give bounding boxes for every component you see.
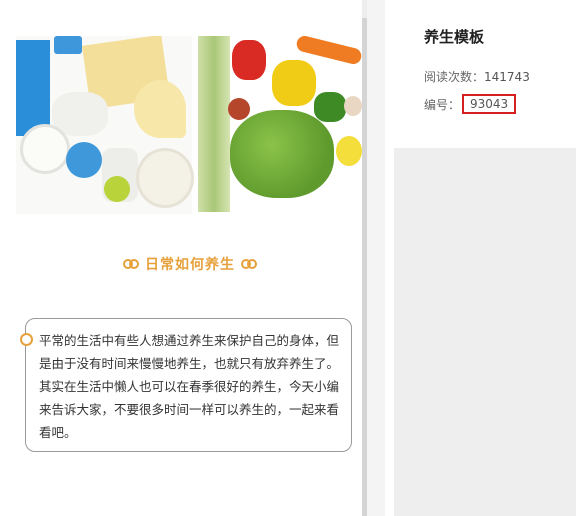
- bottle-cap-shape: [104, 176, 130, 202]
- milk-glass-shape: [20, 124, 70, 174]
- yogurt-bowl-shape: [136, 148, 194, 208]
- article-preview: 日常如何养生 平常的生活中有些人想通过养生来保护自己的身体，但是由于没有时间来慢…: [0, 0, 362, 516]
- green-pepper-shape: [314, 92, 346, 122]
- views-row: 阅读次数： 141743: [424, 68, 530, 85]
- template-code: 93043: [462, 94, 517, 114]
- lemon-shape: [336, 136, 362, 166]
- yellow-pepper-shape: [272, 60, 316, 106]
- section-title: 日常如何养生: [145, 257, 235, 273]
- intro-text-box: 平常的生活中有些人想通过养生来保护自己的身体，但是由于没有时间来慢慢地养生，也就…: [20, 318, 352, 452]
- tomato-shape: [228, 98, 250, 120]
- template-info-card: 养生模板 阅读次数： 141743 编号： 93043: [394, 0, 576, 148]
- vegetables-photo: [196, 36, 362, 214]
- template-title: 养生模板: [424, 28, 485, 46]
- milk-carton-shape: [16, 40, 50, 136]
- views-label: 阅读次数：: [424, 70, 485, 84]
- code-label: 编号：: [424, 97, 461, 112]
- garlic-shape: [344, 96, 362, 116]
- divider-strip: [385, 0, 394, 516]
- bullet-dot-icon: [20, 333, 33, 346]
- hero-image: [16, 36, 362, 214]
- code-row: 编号： 93043: [424, 94, 517, 114]
- celery-shape: [198, 36, 230, 212]
- yogurt-cup-shape: [66, 142, 102, 178]
- views-count: 141743: [484, 69, 530, 84]
- dairy-photo: [16, 36, 194, 214]
- link-icon: [241, 259, 257, 269]
- lettuce-shape: [230, 110, 334, 198]
- red-pepper-shape: [232, 40, 266, 80]
- milk-bottle-shape: [54, 36, 82, 54]
- intro-paragraph: 平常的生活中有些人想通过养生来保护自己的身体，但是由于没有时间来慢慢地养生，也就…: [39, 333, 340, 440]
- section-header: 日常如何养生: [0, 252, 362, 276]
- cheese-wedge-shape: [134, 80, 186, 138]
- divider-strip: [367, 0, 385, 516]
- link-icon: [123, 259, 139, 269]
